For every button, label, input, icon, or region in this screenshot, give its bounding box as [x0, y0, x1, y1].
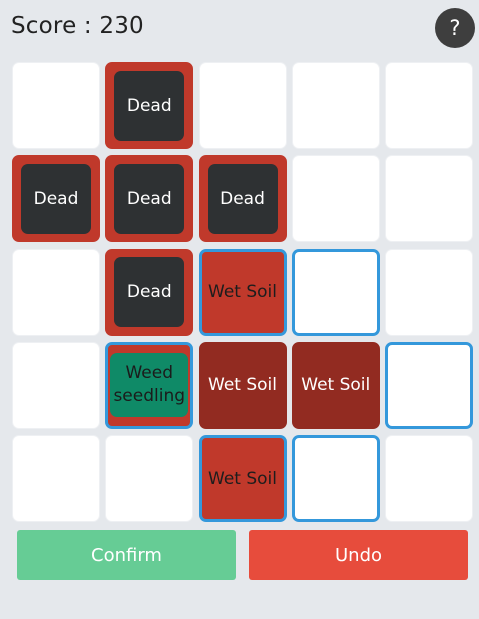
board-tile-r1-c3[interactable]: [198, 62, 287, 149]
board-tile-r3-c3[interactable]: Wet Soil: [198, 248, 287, 336]
wet-soil-label: Wet Soil: [301, 375, 371, 396]
board-tile-r3-c5[interactable]: [385, 248, 473, 336]
board-tile-r5-c4[interactable]: [291, 435, 380, 522]
board-tile-r1-c5[interactable]: [385, 62, 473, 149]
board-tile-r3-c1[interactable]: [12, 248, 100, 336]
confirm-button[interactable]: Confirm: [17, 530, 236, 580]
board-tile-r4-c2[interactable]: Weed seedling: [105, 341, 194, 429]
board-tile-r5-c1[interactable]: [12, 435, 100, 522]
dead-plant-tile: Dead: [21, 163, 91, 234]
dead-plant-tile: Dead: [114, 163, 185, 234]
board-tile-r5-c2[interactable]: [105, 435, 194, 522]
wet-soil-label: Wet Soil: [208, 375, 277, 396]
board-tile-r1-c4[interactable]: [291, 62, 380, 149]
board-tile-r2-c5[interactable]: [385, 155, 473, 243]
board-tile-r1-c2[interactable]: Dead: [105, 62, 194, 149]
dead-plant-tile: Dead: [114, 257, 185, 327]
weed-seedling-tile: Weed seedling: [110, 353, 189, 418]
board-tile-r4-c5[interactable]: [385, 341, 473, 429]
wet-soil-label: Wet Soil: [208, 468, 277, 489]
board-tile-r5-c5[interactable]: [385, 435, 473, 522]
board-tile-r2-c2[interactable]: Dead: [105, 155, 194, 243]
board-tile-r4-c1[interactable]: [12, 341, 100, 429]
undo-button[interactable]: Undo: [249, 530, 468, 580]
board-tile-r2-c3[interactable]: Dead: [198, 155, 287, 243]
board-tile-r3-c4[interactable]: [291, 248, 380, 336]
game-board: Dead Dead Dead Dead Dead Wet Soil Weed seedlin…: [12, 62, 473, 522]
wet-soil-label: Wet Soil: [208, 282, 277, 302]
board-tile-r2-c1[interactable]: Dead: [12, 155, 100, 243]
board-tile-r4-c3[interactable]: Wet Soil: [198, 341, 287, 429]
board-tile-r3-c2[interactable]: Dead: [105, 248, 194, 336]
dead-plant-tile: Dead: [114, 70, 185, 141]
dead-plant-tile: Dead: [207, 163, 278, 234]
board-tile-r5-c3[interactable]: Wet Soil: [198, 435, 287, 522]
score-display: Score : 230: [11, 13, 144, 39]
board-tile-r2-c4[interactable]: [291, 155, 380, 243]
board-tile-r4-c4[interactable]: Wet Soil: [291, 341, 380, 429]
board-tile-r1-c1[interactable]: [12, 62, 100, 149]
help-button[interactable]: ?: [435, 8, 475, 48]
